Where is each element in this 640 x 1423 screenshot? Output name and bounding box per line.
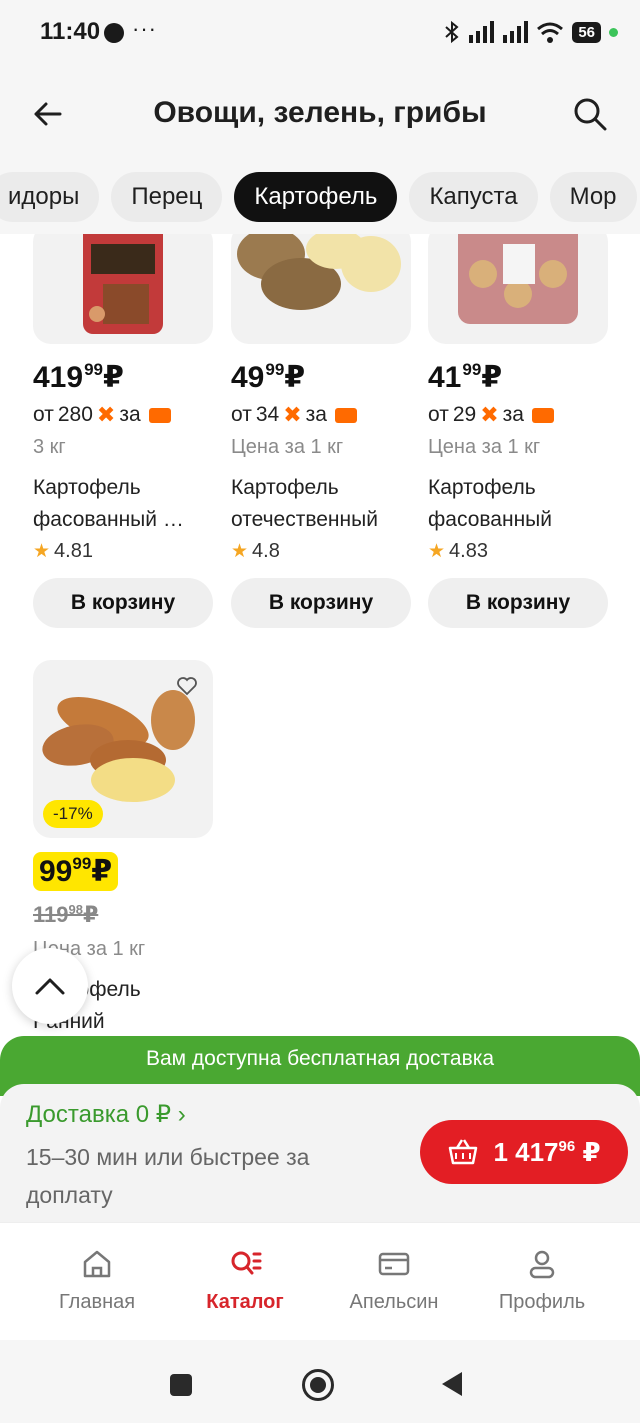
battery-indicator: 56 [572, 21, 601, 43]
product-name[interactable]: Картофель фасованный … [33, 472, 213, 536]
product-unit: 3 кг [33, 436, 66, 458]
more-notifications-icon: ··· [132, 16, 157, 41]
chevron-up-icon [35, 978, 65, 995]
scroll-to-top-button[interactable] [12, 948, 88, 1024]
status-bar: 11:40 ··· 56 [0, 0, 640, 66]
cart-button[interactable]: 1 41796 ₽ [420, 1120, 628, 1184]
potato-image [237, 234, 401, 310]
old-price: 11998₽ [33, 902, 99, 927]
add-to-cart-button[interactable]: В корзину [428, 578, 608, 628]
signal-icon-2 [503, 21, 529, 43]
system-back-icon[interactable] [442, 1372, 462, 1396]
product-grid: 41999₽ от 280 ✖ за 3 кг Картофель фасованны… [0, 234, 640, 1034]
home-icon [83, 1250, 111, 1278]
category-chips: идоры Перец Картофель Капуста Мор [0, 166, 640, 234]
product-image[interactable]: -17% [33, 660, 213, 838]
product-unit: Цена за 1 кг [428, 436, 541, 458]
chip-potato[interactable]: Картофель [234, 172, 398, 222]
product-price: 41999₽ [33, 360, 124, 394]
star-icon: ★ [33, 541, 51, 562]
wifi-icon [537, 22, 564, 43]
add-to-cart-button[interactable]: В корзину [231, 578, 411, 628]
product-unit: Цена за 1 кг [231, 436, 344, 458]
bottom-navigation: Главная Каталог Апельсин Профиль [0, 1222, 640, 1340]
product-price: 9999₽ [33, 852, 119, 891]
status-time: 11:40 [40, 18, 101, 45]
product-name[interactable]: Картофель отечественный [231, 472, 411, 536]
delivery-time: 15–30 мин или быстрее за доплату [26, 1144, 310, 1208]
delivery-panel: Доставка 0 ₽ › 15–30 мин или быстрее за … [0, 1084, 640, 1222]
nav-home[interactable]: Главная [22, 1247, 172, 1314]
search-icon[interactable] [570, 94, 610, 134]
card-price-line: от 34 ✖ за [231, 402, 357, 428]
catalog-search-icon [231, 1251, 262, 1275]
star-icon: ★ [428, 541, 446, 562]
orange-x-icon: ✖ [480, 402, 499, 427]
card-icon [334, 407, 357, 423]
nav-label: Профиль [498, 1291, 586, 1313]
product-image[interactable] [428, 234, 608, 344]
profile-icon [529, 1250, 555, 1279]
card-icon [378, 1252, 410, 1276]
card-icon [148, 407, 171, 423]
bluetooth-icon [445, 20, 459, 44]
privacy-dot-icon [609, 27, 618, 37]
product-rating: ★ 4.83 [428, 540, 488, 562]
system-navigation [0, 1340, 640, 1423]
home-button-icon[interactable] [302, 1369, 334, 1401]
basket-icon [449, 1139, 478, 1165]
product-image[interactable] [231, 234, 411, 344]
chip-pepper[interactable]: Перец [111, 172, 223, 222]
product-rating: ★ 4.81 [33, 540, 93, 562]
potato-net-bag-image [458, 234, 578, 324]
cart-total: 1 41796 ₽ [493, 1136, 601, 1167]
add-to-cart-button[interactable]: В корзину [33, 578, 213, 628]
orange-x-icon: ✖ [283, 402, 302, 427]
chip-tomatoes[interactable]: идоры [0, 172, 100, 222]
header: Овощи, зелень, грибы [0, 66, 640, 166]
signal-icon [469, 21, 495, 43]
product-rating: ★ 4.8 [231, 540, 280, 562]
dnd-icon [104, 23, 124, 43]
status-icons: 56 [444, 20, 618, 44]
product-price: 4999₽ [231, 360, 306, 394]
chip-more[interactable]: Мор [549, 172, 637, 222]
card-icon [531, 407, 554, 423]
card-price-line: от 29 ✖ за [428, 402, 554, 428]
chip-cabbage[interactable]: Капуста [409, 172, 538, 222]
nav-label: Апельсин [349, 1291, 439, 1313]
favorite-heart-icon[interactable] [175, 674, 199, 698]
nav-label: Каталог [206, 1291, 284, 1313]
product-price: 4199₽ [428, 360, 503, 394]
recent-apps-icon[interactable] [170, 1374, 192, 1396]
nav-catalog[interactable]: Каталог [170, 1247, 320, 1314]
card-price-line: от 280 ✖ за [33, 402, 171, 428]
potato-bag-image [83, 234, 163, 334]
star-icon: ★ [231, 541, 249, 562]
nav-profile[interactable]: Профиль [467, 1247, 617, 1314]
nav-label: Главная [58, 1291, 136, 1313]
page-title: Овощи, зелень, грибы [153, 96, 487, 129]
product-image[interactable] [33, 234, 213, 344]
discount-badge: -17% [43, 800, 103, 828]
nav-apelsin[interactable]: Апельсин [319, 1247, 469, 1314]
orange-x-icon: ✖ [96, 402, 116, 427]
delivery-link[interactable]: Доставка 0 ₽ › [26, 1100, 186, 1129]
product-name[interactable]: Картофель фасованный [428, 472, 608, 536]
